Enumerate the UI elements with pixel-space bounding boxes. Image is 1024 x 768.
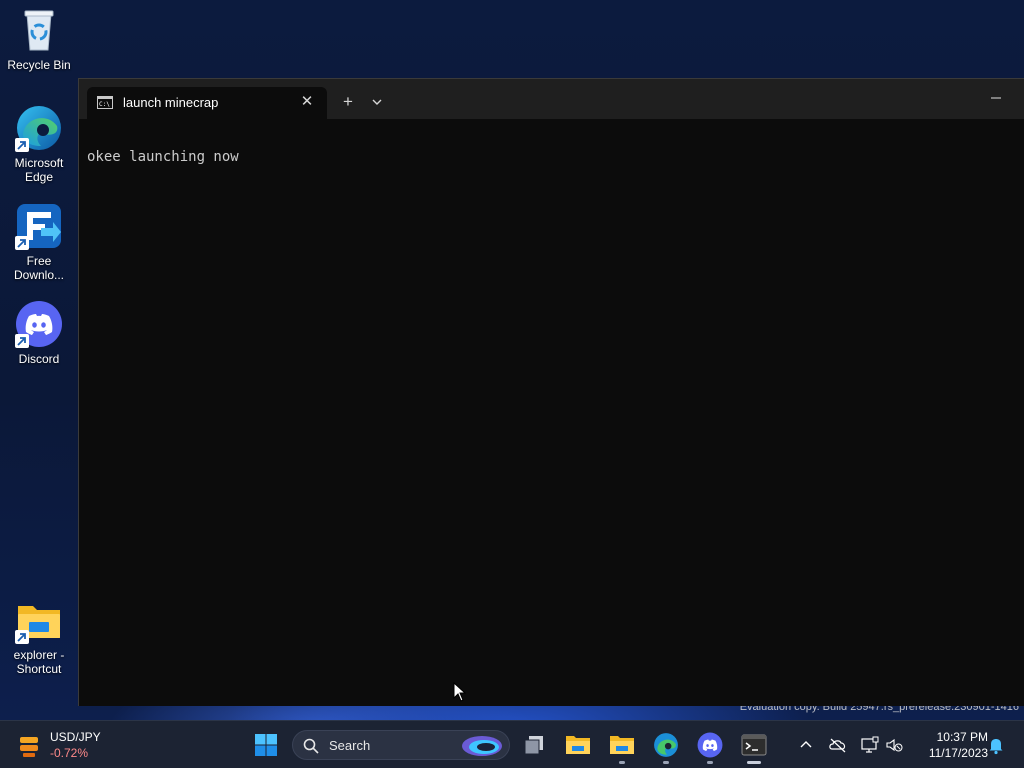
free-download-manager-icon [15,202,63,250]
svg-text:C:\: C:\ [99,101,110,108]
shortcut-arrow-icon [15,138,29,152]
clock-time: 10:37 PM [936,730,988,744]
minimize-icon [991,97,1001,99]
folder-icon [610,736,634,754]
clock-date: 11/17/2023 [928,746,988,760]
weather-finance-widget[interactable]: USD/JPY -0.72% [16,729,116,761]
shortcut-arrow-icon [15,334,29,348]
discord-icon [697,732,723,758]
terminal-window[interactable]: C:\ launch minecrap ✕ + okee launching n… [78,78,1024,706]
tab-title: launch minecrap [123,95,219,110]
folder-icon [15,596,63,644]
terminal-icon [741,734,767,756]
mouse-cursor-icon [453,681,467,702]
recycle-bin-icon [15,6,63,54]
task-view-button[interactable] [518,729,550,761]
shortcut-arrow-icon [15,630,29,644]
taskbar-clock[interactable]: 10:37 PM 11/17/2023 [912,729,988,761]
running-indicator [663,761,669,764]
cloud-offline-icon [829,738,846,753]
desktop-icon-discord[interactable]: Discord [2,300,76,366]
tab-dropdown-button[interactable] [369,95,385,109]
onedrive-tray-icon[interactable] [828,735,848,755]
widget-title: USD/JPY [50,730,101,744]
desktop-icon-free-download-manager[interactable]: Free Downlo... [2,202,76,282]
edge-icon [654,733,678,757]
desktop-icon-label: Free Downlo... [13,254,65,282]
desktop-icon-edge[interactable]: Microsoft Edge [2,104,76,184]
taskbar-file-explorer-2[interactable] [606,729,638,764]
notifications-button[interactable] [986,735,1006,755]
taskbar-terminal[interactable] [738,729,770,764]
volume-tray-icon[interactable] [884,735,904,755]
desktop-icon-label: Recycle Bin [7,58,71,72]
network-icon [861,736,879,753]
show-hidden-icons-button[interactable] [796,735,816,755]
start-button[interactable] [250,729,282,761]
running-indicator [707,761,713,764]
bell-icon [989,739,1003,755]
widget-change: -0.72% [50,746,89,760]
desktop-icon-label: explorer - Shortcut [13,648,65,676]
desktop-icon-label: Discord [18,352,60,366]
new-tab-button[interactable]: + [339,93,357,111]
network-tray-icon[interactable] [860,735,880,755]
taskbar-discord[interactable] [694,729,726,764]
search-label: Search [329,738,371,753]
taskbar: USD/JPY -0.72% Search 10:37 PM 11/17/202… [0,720,1024,768]
taskbar-search[interactable]: Search [292,730,510,760]
taskbar-file-explorer[interactable] [562,729,594,761]
shortcut-arrow-icon [15,236,29,250]
running-indicator [747,761,761,764]
stock-chart-icon [16,733,42,759]
close-tab-button[interactable]: ✕ [299,93,315,111]
chevron-up-icon [800,741,812,748]
desktop-icon-recycle-bin[interactable]: Recycle Bin [2,6,76,72]
task-view-icon [524,736,543,755]
desktop-icon-label: Microsoft Edge [14,156,64,184]
folder-icon [566,736,590,754]
console-output[interactable]: okee launching now [87,149,239,165]
discord-icon [15,300,63,348]
windows-logo-icon [255,734,277,756]
running-indicator [619,761,625,764]
desktop-icon-explorer-shortcut[interactable]: explorer - Shortcut [2,596,76,676]
taskbar-edge[interactable] [650,729,682,764]
speaker-muted-icon [886,738,903,752]
chevron-down-icon [372,99,382,105]
search-highlight-icon [461,734,503,758]
search-icon [303,738,319,754]
terminal-titlebar[interactable]: C:\ launch minecrap ✕ + [79,79,1024,119]
minimize-button[interactable] [989,91,1003,105]
command-prompt-icon: C:\ [97,96,113,109]
edge-icon [15,104,63,152]
terminal-tab[interactable]: C:\ launch minecrap ✕ [87,87,327,119]
